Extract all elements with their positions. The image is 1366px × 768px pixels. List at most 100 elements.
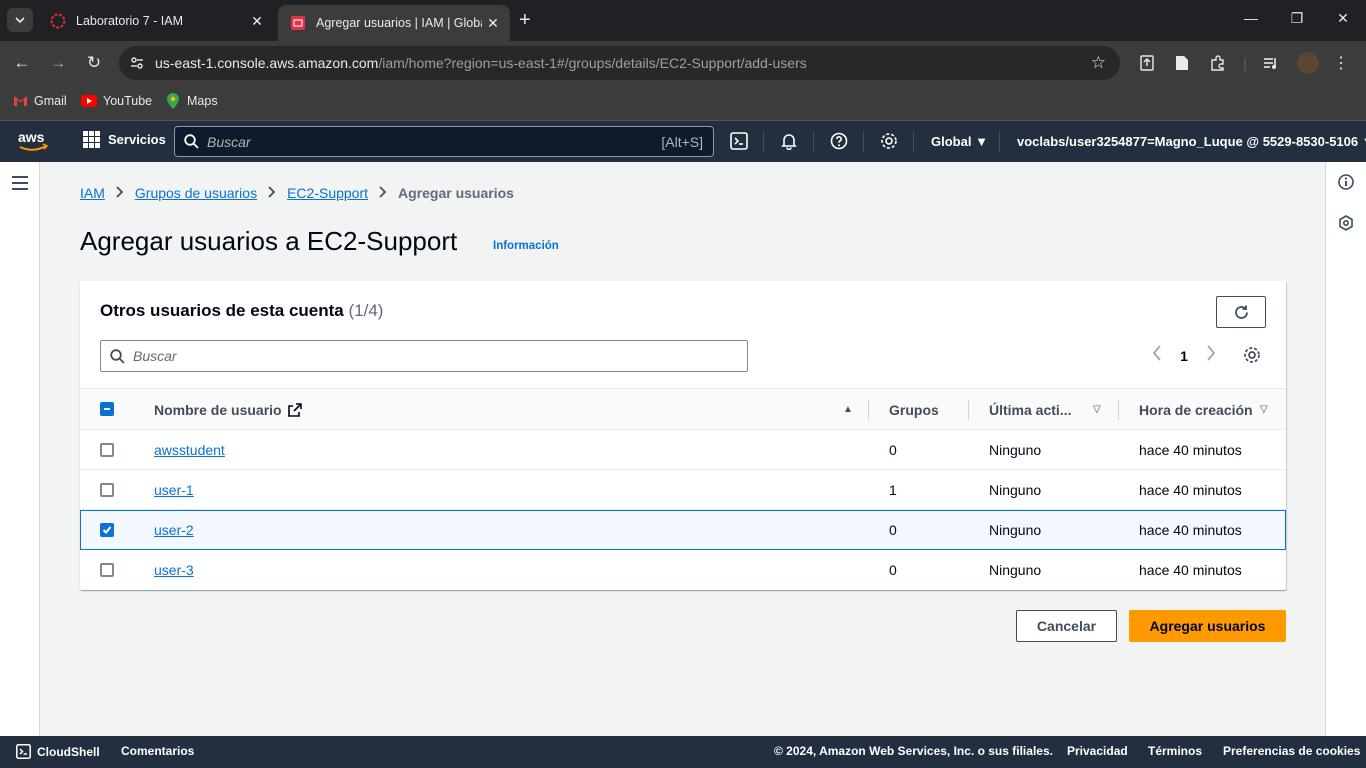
- aws-search-input[interactable]: Buscar [Alt+S]: [174, 126, 714, 157]
- services-menu[interactable]: Servicios: [83, 131, 166, 148]
- cloudshell-footer-button[interactable]: CloudShell: [16, 744, 100, 759]
- breadcrumb-iam[interactable]: IAM: [80, 185, 105, 201]
- address-bar[interactable]: us-east-1.console.aws.amazon.com/iam/hom…: [119, 46, 1120, 80]
- username-link[interactable]: user-2: [154, 522, 194, 538]
- region-selector[interactable]: Global ▼: [931, 134, 988, 149]
- breadcrumb-current: Agregar usuarios: [398, 185, 514, 201]
- terms-link[interactable]: Términos: [1148, 744, 1202, 758]
- row-checkbox[interactable]: [100, 443, 114, 457]
- previous-page-icon[interactable]: [1148, 345, 1166, 366]
- gmail-icon: [12, 93, 28, 109]
- settings-gear-icon[interactable]: [879, 131, 899, 151]
- close-tab-icon[interactable]: ✕: [482, 15, 504, 32]
- cloudshell-icon: [16, 744, 31, 759]
- reload-icon[interactable]: ↻: [83, 52, 105, 74]
- creation-time: hace 40 minutos: [1139, 442, 1242, 458]
- aws-logo-icon[interactable]: aws: [18, 129, 50, 155]
- table-row[interactable]: awsstudent 0 Ninguno hace 40 minutos: [80, 430, 1286, 470]
- sort-ascending-icon[interactable]: ▲: [843, 404, 853, 415]
- username-link[interactable]: awsstudent: [154, 442, 225, 458]
- table-row-selected[interactable]: user-2 0 Ninguno hace 40 minutos: [80, 510, 1286, 550]
- search-icon: [101, 348, 133, 364]
- browser-tab-bar: Laboratorio 7 - IAM ✕ Agregar usuarios |…: [0, 0, 1366, 41]
- browser-tab-lab[interactable]: Laboratorio 7 - IAM ✕: [38, 6, 274, 36]
- tab-title: Agregar usuarios | IAM | Global: [316, 16, 482, 30]
- column-header-groups[interactable]: Grupos: [889, 402, 939, 418]
- select-all-checkbox[interactable]: [100, 402, 114, 416]
- column-divider: [1118, 400, 1119, 420]
- page-number[interactable]: 1: [1166, 348, 1202, 364]
- console-footer: CloudShell Comentarios © 2024, Amazon We…: [0, 736, 1366, 768]
- extensions-puzzle-icon[interactable]: [1208, 53, 1228, 73]
- add-users-button[interactable]: Agregar usuarios: [1129, 610, 1286, 642]
- row-checkbox-checked[interactable]: [100, 523, 114, 537]
- table-row[interactable]: user-1 1 Ninguno hace 40 minutos: [80, 470, 1286, 510]
- bookmark-maps[interactable]: Maps: [165, 93, 218, 109]
- browser-tab-iam[interactable]: Agregar usuarios | IAM | Global ✕: [278, 5, 510, 41]
- copyright-text: © 2024, Amazon Web Services, Inc. o sus …: [774, 744, 1053, 758]
- breadcrumb-user-groups[interactable]: Grupos de usuarios: [135, 185, 257, 201]
- svg-text:aws: aws: [18, 129, 45, 145]
- site-settings-icon[interactable]: [119, 55, 155, 71]
- close-window-icon[interactable]: ✕: [1333, 10, 1353, 27]
- refresh-icon: [1234, 305, 1248, 319]
- username-link[interactable]: user-1: [154, 482, 194, 498]
- extension-upload-icon[interactable]: [1137, 53, 1157, 73]
- username-link[interactable]: user-3: [154, 562, 194, 578]
- table-title: Otros usuarios de esta cuenta (1/4): [100, 301, 383, 321]
- back-icon[interactable]: ←: [11, 52, 33, 74]
- info-link[interactable]: Información: [493, 240, 559, 252]
- bookmark-star-icon[interactable]: ☆: [1091, 53, 1106, 73]
- column-header-username[interactable]: Nombre de usuario: [154, 402, 303, 418]
- close-tab-icon[interactable]: ✕: [246, 13, 268, 30]
- row-checkbox[interactable]: [100, 563, 114, 577]
- refresh-button[interactable]: [1216, 296, 1266, 328]
- restore-icon[interactable]: ❐: [1287, 10, 1307, 27]
- table-preferences-gear-icon[interactable]: [1243, 346, 1263, 366]
- bookmarks-bar: Gmail YouTube Maps: [0, 85, 1366, 121]
- browser-menu-icon[interactable]: ⋮: [1331, 53, 1351, 73]
- account-menu[interactable]: voclabs/user3254877=Magno_Luque @ 5529-8…: [1017, 134, 1366, 149]
- help-icon[interactable]: [829, 131, 849, 151]
- table-search-input[interactable]: Buscar: [100, 340, 748, 372]
- feedback-link[interactable]: Comentarios: [121, 744, 194, 758]
- left-side-rail: [0, 162, 40, 736]
- table-header: Nombre de usuario ▲ Grupos Última acti..…: [80, 388, 1286, 430]
- row-checkbox[interactable]: [100, 483, 114, 497]
- privacy-link[interactable]: Privacidad: [1067, 744, 1128, 758]
- cancel-button[interactable]: Cancelar: [1016, 610, 1117, 642]
- last-activity: Ninguno: [989, 522, 1042, 538]
- document-icon[interactable]: [1172, 53, 1192, 73]
- checkmark-icon: [102, 526, 112, 534]
- cloudshell-icon[interactable]: [729, 131, 749, 151]
- menu-hamburger-icon[interactable]: [12, 176, 28, 194]
- profile-avatar[interactable]: [1297, 52, 1319, 74]
- bookmark-gmail[interactable]: Gmail: [12, 93, 67, 109]
- groups-count: 0: [889, 442, 897, 458]
- minimize-icon[interactable]: —: [1241, 10, 1261, 26]
- column-header-last-activity[interactable]: Última acti...: [989, 402, 1071, 418]
- toolbar-divider: |: [1243, 55, 1247, 71]
- chevron-right-icon: [116, 185, 124, 201]
- chevron-down-icon: [15, 17, 25, 24]
- new-tab-icon[interactable]: +: [519, 9, 531, 31]
- media-control-icon[interactable]: [1261, 53, 1281, 73]
- url-path: /iam/home?region=us-east-1#/groups/detai…: [378, 55, 807, 71]
- assistant-icon[interactable]: [1338, 215, 1354, 234]
- next-page-icon[interactable]: [1202, 345, 1220, 366]
- cloudshell-label: CloudShell: [37, 744, 100, 759]
- breadcrumb-group[interactable]: EC2-Support: [287, 185, 368, 201]
- breadcrumb: IAM Grupos de usuarios EC2-Support Agreg…: [80, 185, 514, 201]
- tab-search-button[interactable]: [7, 8, 33, 32]
- sort-caret-icon[interactable]: ▽: [1093, 404, 1101, 415]
- bookmark-youtube[interactable]: YouTube: [81, 93, 152, 109]
- table-row[interactable]: user-3 0 Ninguno hace 40 minutos: [80, 550, 1286, 590]
- notifications-bell-icon[interactable]: [779, 131, 799, 151]
- youtube-icon: [81, 93, 97, 109]
- sort-caret-icon[interactable]: ▽: [1260, 404, 1268, 415]
- info-panel-icon[interactable]: [1338, 174, 1354, 193]
- selection-count: (1/4): [348, 301, 384, 320]
- cookie-preferences-link[interactable]: Preferencias de cookies: [1223, 744, 1360, 758]
- column-header-created[interactable]: Hora de creación: [1139, 402, 1253, 418]
- forward-icon[interactable]: →: [47, 52, 69, 74]
